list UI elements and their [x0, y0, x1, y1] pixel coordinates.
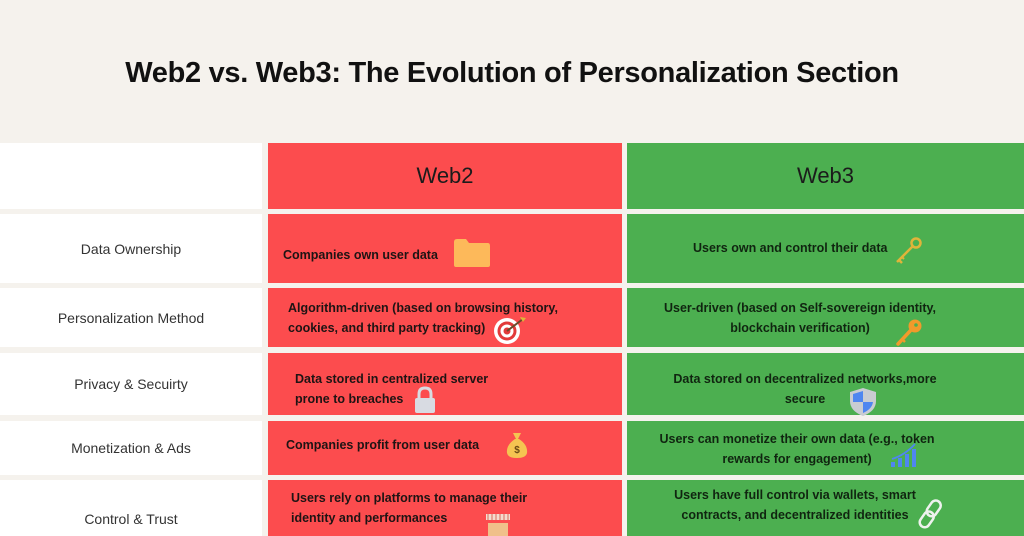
web3-cell-personalization-method: User-driven (based on Self-sovereign ide… [627, 288, 1024, 347]
text-line: Data stored in centralized server [295, 372, 489, 386]
row-label-monetization-ads: Monetization & Ads [0, 421, 262, 475]
text-line: Companies own user data [283, 248, 438, 262]
shield-icon [850, 388, 876, 416]
web2-cell-monetization-ads: Companies profit from user data $ [268, 421, 622, 475]
web2-text: Data stored in centralized server prone … [295, 369, 488, 409]
web2-cell-data-ownership: Companies own user data [268, 214, 622, 283]
link-icon [918, 499, 942, 529]
text-line: Users own and control their data [693, 241, 888, 255]
key-icon [896, 319, 922, 346]
text-line: Data stored on decentralized networks,mo… [673, 372, 937, 386]
text-line: contracts, and decentralized identities [681, 508, 909, 522]
row-label-control-trust: Control & Trust [0, 480, 262, 536]
web3-text: Users own and control their data [693, 238, 887, 258]
text-line: prone to breaches [295, 392, 404, 406]
text-line: Users have full control via wallets, sma… [674, 488, 916, 502]
web2-cell-privacy-security: Data stored in centralized server prone … [268, 353, 622, 415]
text-line: secure [784, 392, 826, 406]
web3-column-header: Web3 [627, 143, 1024, 209]
text-line: User-driven (based on Self-sovereign ide… [663, 301, 937, 315]
text-line: Companies profit from user data [286, 438, 480, 452]
money-bag-icon: $ [506, 433, 528, 458]
web2-text: Companies profit from user data [286, 435, 479, 455]
web3-cell-control-trust: Users have full control via wallets, sma… [627, 480, 1024, 536]
web3-cell-monetization-ads: Users can monetize their own data (e.g.,… [627, 421, 1024, 475]
web2-cell-personalization-method: Algorithm-driven (based on browsing hist… [268, 288, 622, 347]
web2-cell-control-trust: Users rely on platforms to manage their … [268, 480, 622, 536]
target-icon [494, 317, 526, 344]
web2-text: Companies own user data [283, 245, 438, 265]
web3-cell-privacy-security: Data stored on decentralized networks,mo… [627, 353, 1024, 416]
bar-chart-icon [891, 443, 916, 467]
row-label-privacy-security: Privacy & Secuirty [0, 353, 262, 415]
web2-column-header: Web2 [268, 143, 622, 209]
web3-text: Users have full control via wallets, sma… [645, 485, 945, 525]
svg-text:$: $ [514, 445, 520, 456]
web3-cell-data-ownership: Users own and control their data [627, 214, 1024, 283]
text-line: Algorithm-driven (based on browsing hist… [288, 301, 558, 315]
storefront-icon [486, 514, 510, 536]
row-label-data-ownership: Data Ownership [0, 214, 262, 283]
lock-icon [415, 386, 435, 413]
row-label-personalization-method: Personalization Method [0, 288, 262, 347]
folder-icon [454, 239, 490, 267]
text-line: Users rely on platforms to manage their [291, 491, 528, 505]
page-title: Web2 vs. Web3: The Evolution of Personal… [125, 57, 899, 89]
header-empty-cell [0, 143, 262, 209]
web3-text: Data stored on decentralized networks,mo… [665, 369, 945, 409]
key-icon [896, 237, 922, 264]
